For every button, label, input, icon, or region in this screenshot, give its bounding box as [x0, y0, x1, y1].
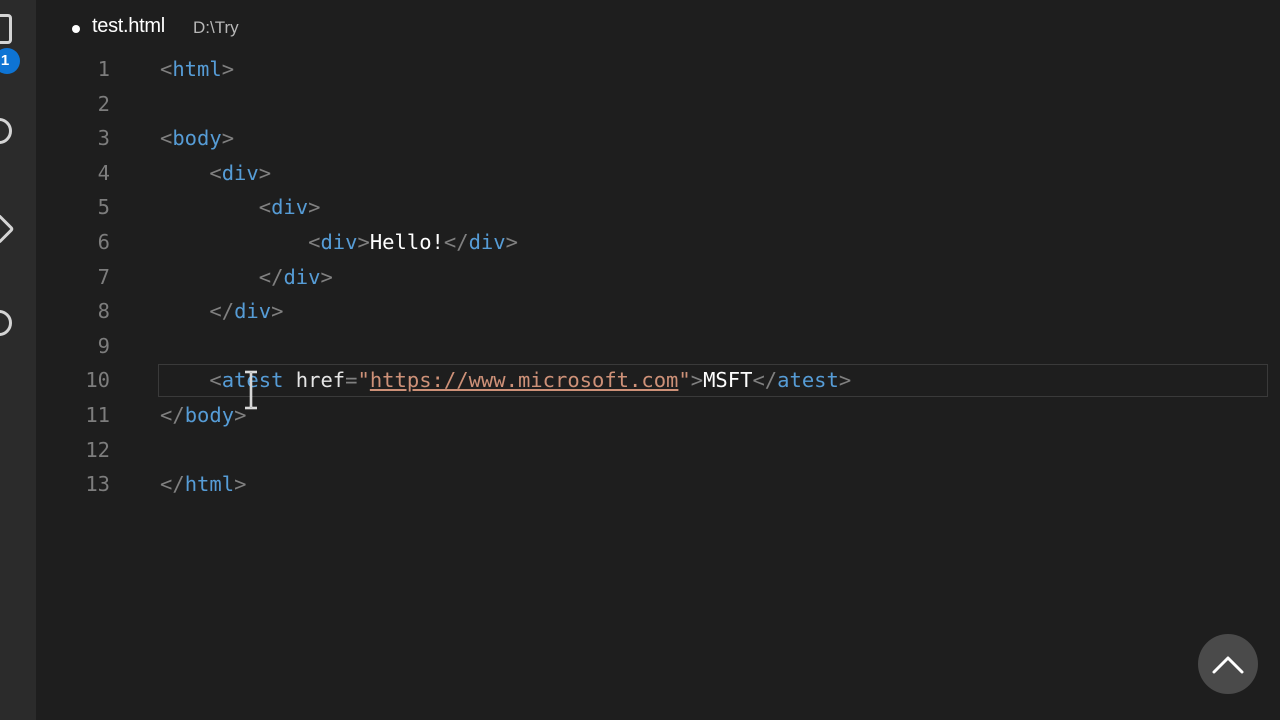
code-token: </ [160, 472, 185, 497]
code-token: div [221, 160, 259, 185]
line-number: 10 [85, 368, 110, 393]
code-line[interactable]: 8 </div> [36, 294, 1280, 329]
code-line[interactable]: 11 </body> [36, 398, 1280, 433]
code-line[interactable]: 2 [36, 87, 1280, 122]
code-token: body [172, 126, 222, 151]
activity-bar: 1 [0, 0, 36, 720]
code-token: href [295, 368, 346, 393]
line-number: 3 [97, 126, 110, 151]
code-token: div [271, 195, 309, 220]
code-token: Hello! [369, 229, 444, 254]
code-token: > [258, 160, 272, 185]
code-token: > [838, 368, 852, 393]
line-number: 7 [97, 264, 110, 289]
line-number: 2 [97, 91, 110, 116]
code-token: </ [443, 229, 469, 254]
code-line[interactable]: 5 <div> [36, 190, 1280, 225]
code-line[interactable]: 12 [36, 433, 1280, 468]
code-token: > [234, 472, 247, 497]
code-token: </ [160, 402, 185, 427]
line-number: 5 [97, 195, 110, 220]
code-line[interactable]: 13 </html> [36, 467, 1280, 502]
code-token: div [468, 229, 506, 254]
code-token: > [505, 229, 518, 254]
tab-filename[interactable]: test.html [92, 15, 165, 38]
line-code[interactable]: <div> [160, 156, 271, 191]
line-number: 13 [85, 472, 110, 497]
line-code[interactable]: <div>Hello!</div> [160, 225, 518, 260]
scroll-to-top-button[interactable] [1198, 634, 1258, 694]
code-line[interactable]: 4 <div> [36, 156, 1280, 191]
line-code[interactable]: </div> [160, 260, 333, 295]
code-line[interactable]: 6 <div>Hello!</div> [36, 225, 1280, 260]
code-token: > [690, 368, 704, 393]
code-token: < [160, 126, 173, 151]
code-token: > [221, 57, 235, 81]
code-token: = [345, 368, 358, 393]
code-token: > [221, 126, 235, 151]
text-cursor-icon [245, 370, 257, 410]
line-code[interactable]: <atest href="https://www.microsoft.com">… [160, 363, 851, 398]
code-token: html [172, 57, 222, 81]
code-line[interactable]: 10 <atest href="https://www.microsoft.co… [36, 363, 1280, 398]
code-token: </ [258, 264, 284, 289]
code-editor[interactable]: 1 <html> 2 3 <body> 4 <div> 5 <div> 6 <div>Hell… [36, 52, 1280, 502]
line-code[interactable]: </html> [160, 467, 246, 502]
files-icon[interactable] [0, 14, 12, 44]
line-number: 8 [97, 299, 110, 324]
line-code[interactable]: <body> [160, 121, 234, 156]
line-code[interactable]: </div> [160, 294, 283, 329]
line-number: 6 [97, 229, 110, 254]
line-number: 1 [97, 57, 110, 81]
chevron-up-icon [1212, 656, 1244, 674]
code-token: > [320, 264, 333, 289]
unsaved-dot-icon[interactable] [72, 25, 80, 33]
code-token: < [160, 57, 173, 81]
code-line[interactable]: 7 </div> [36, 260, 1280, 295]
code-token: " [678, 368, 691, 393]
line-code[interactable]: </body> [160, 398, 246, 433]
notification-badge: 1 [0, 48, 20, 74]
line-code[interactable]: <div> [160, 190, 321, 225]
code-token: https://www.microsoft.com [369, 368, 679, 393]
code-token: < [209, 160, 222, 185]
code-token: > [357, 229, 370, 254]
code-line[interactable]: 3 <body> [36, 121, 1280, 156]
tab-path: D:\Try [193, 18, 239, 37]
line-number: 12 [85, 437, 110, 462]
code-token: div [234, 299, 272, 324]
source-control-icon[interactable] [0, 213, 15, 245]
code-token: < [258, 195, 272, 220]
code-line[interactable]: 9 [36, 329, 1280, 364]
line-code[interactable]: <html> [160, 52, 234, 87]
editor-tab-bar: test.html D:\Try [36, 0, 1280, 56]
code-token: > [271, 299, 284, 324]
code-token: " [357, 368, 370, 393]
code-token: < [308, 229, 321, 254]
code-token: html [184, 472, 235, 497]
code-line[interactable]: 1 <html> [36, 52, 1280, 87]
line-number: 4 [97, 160, 110, 185]
search-icon[interactable] [0, 118, 12, 144]
line-number: 11 [85, 402, 110, 427]
code-token: MSFT [703, 368, 753, 393]
code-token: </ [209, 299, 235, 324]
code-token: div [320, 229, 358, 254]
code-token: > [308, 195, 321, 220]
code-token: atest [777, 368, 839, 393]
code-token: < [209, 368, 222, 393]
code-token: </ [752, 368, 778, 393]
line-number: 9 [97, 333, 110, 358]
extensions-icon[interactable] [0, 310, 12, 336]
code-token: body [184, 402, 235, 427]
code-token: div [283, 264, 321, 289]
